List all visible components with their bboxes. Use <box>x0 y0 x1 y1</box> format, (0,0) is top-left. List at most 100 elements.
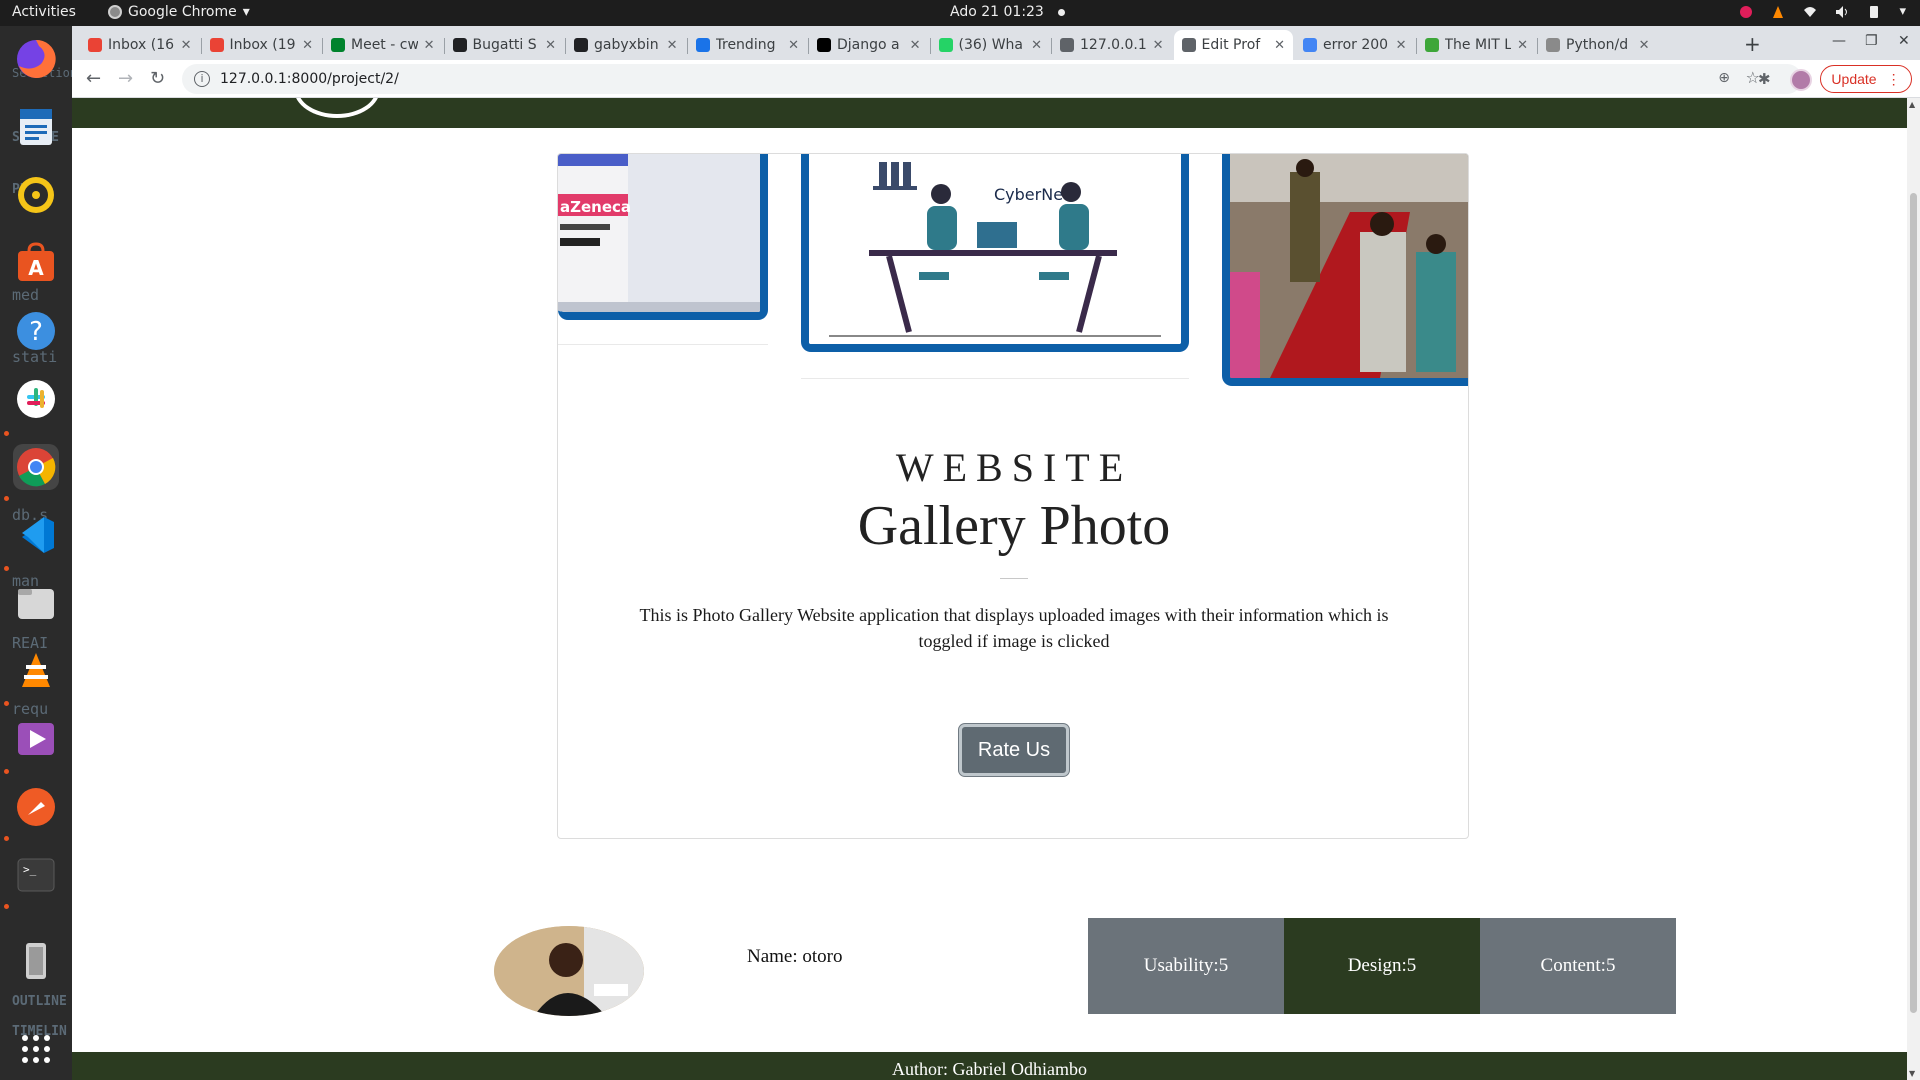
project-description: This is Photo Gallery Website applicatio… <box>639 605 1389 651</box>
globe-icon <box>1181 38 1196 52</box>
browser-tab[interactable]: Edit Prof ✕ <box>1173 30 1293 60</box>
tab-title: Meet - cw <box>351 37 418 53</box>
gallery-image-cybernet[interactable]: CyberNet <box>801 154 1189 352</box>
pin-icon <box>1546 38 1560 52</box>
address-bar[interactable]: i 127.0.0.1:8000/project/2/ ⊕ ☆ <box>182 64 1802 94</box>
chrome-icon[interactable] <box>13 444 59 490</box>
dock-ghost-text: med <box>12 286 40 304</box>
system-tray[interactable]: ▾ <box>1739 4 1906 19</box>
project-card: aZeneca CyberNet WEBSITE Gallery Photo T… <box>557 153 1469 839</box>
system-menu-caret-icon[interactable]: ▾ <box>1899 4 1906 19</box>
google-icon <box>1303 38 1317 52</box>
app-menu[interactable]: Google Chrome ▾ <box>108 4 250 20</box>
svg-text:A: A <box>28 256 44 280</box>
close-tab-icon[interactable]: ✕ <box>1031 38 1042 53</box>
vaccine-label: aZeneca <box>560 198 631 216</box>
software-center-icon[interactable]: A <box>13 240 59 286</box>
files-icon[interactable] <box>13 580 59 626</box>
close-tab-icon[interactable]: ✕ <box>1153 38 1164 53</box>
browser-tab[interactable]: The MIT L ✕ <box>1417 30 1537 60</box>
postman-icon[interactable] <box>13 784 59 830</box>
slack-tray-icon[interactable] <box>1739 5 1753 19</box>
gallery-image-vaccine[interactable]: aZeneca <box>558 154 768 320</box>
tab-title: error 200 <box>1323 37 1389 53</box>
dev-icon <box>817 38 831 52</box>
media-player-icon[interactable] <box>13 716 59 762</box>
profile-avatar[interactable] <box>1790 69 1812 91</box>
close-tab-icon[interactable]: ✕ <box>181 38 192 53</box>
close-tab-icon[interactable]: ✕ <box>424 38 435 53</box>
maximize-icon[interactable]: ❐ <box>1865 33 1878 49</box>
caret-down-icon: ▾ <box>242 4 250 20</box>
vscode-icon[interactable] <box>13 512 59 558</box>
browser-tab[interactable]: Inbox (19 ✕ <box>202 30 322 60</box>
update-button[interactable]: Update ⋮ <box>1820 65 1912 93</box>
gmail-icon <box>209 38 224 52</box>
slack-icon[interactable] <box>13 376 59 422</box>
browser-tab[interactable]: Meet - cw ✕ <box>323 30 443 60</box>
close-window-icon[interactable]: ✕ <box>1898 33 1910 49</box>
close-tab-icon[interactable]: ✕ <box>1274 38 1285 53</box>
vlc-icon[interactable] <box>13 648 59 694</box>
volume-icon[interactable] <box>1835 5 1849 19</box>
zoom-icon[interactable]: ⊕ <box>1718 70 1730 86</box>
tab-title: Edit Prof <box>1201 37 1261 53</box>
activities-button[interactable]: Activities <box>12 4 76 20</box>
kebab-menu-icon: ⋮ <box>1886 70 1901 87</box>
show-apps-icon[interactable] <box>13 1026 59 1072</box>
tab-title: Bugatti S <box>472 37 537 53</box>
scroll-down-icon[interactable]: ▼ <box>1909 1069 1915 1078</box>
close-tab-icon[interactable]: ✕ <box>1396 38 1407 53</box>
browser-tab[interactable]: Django a ✕ <box>809 30 929 60</box>
forward-icon[interactable]: → <box>118 68 133 89</box>
close-tab-icon[interactable]: ✕ <box>667 38 678 53</box>
close-tab-icon[interactable]: ✕ <box>910 38 921 53</box>
scroll-up-icon[interactable]: ▲ <box>1909 100 1915 109</box>
clock[interactable]: Ado 21 01:23 <box>950 4 1065 20</box>
browser-tab[interactable]: 127.0.0.1 ✕ <box>1052 30 1172 60</box>
battery-icon[interactable] <box>1867 5 1881 19</box>
scrollbar-thumb[interactable] <box>1910 193 1917 1013</box>
browser-toolbar: ← → ↻ i 127.0.0.1:8000/project/2/ ⊕ ☆ ✱ … <box>72 60 1920 98</box>
terminal-icon[interactable]: >_ <box>13 852 59 898</box>
close-tab-icon[interactable]: ✕ <box>1639 38 1650 53</box>
rate-us-button[interactable]: Rate Us <box>959 724 1069 776</box>
running-indicator <box>4 701 9 706</box>
tab-title: Trending <box>715 37 776 53</box>
vlc-tray-icon[interactable] <box>1771 5 1785 19</box>
browser-tab[interactable]: Python/d ✕ <box>1538 30 1658 60</box>
site-logo[interactable] <box>294 98 380 118</box>
opensource-icon <box>1424 38 1439 52</box>
usability-score: Usability:5 <box>1088 918 1284 1014</box>
usb-drive-icon[interactable] <box>13 938 59 984</box>
gallery-image-dignitaries[interactable] <box>1222 154 1468 386</box>
browser-tab[interactable]: gabyxbin ✕ <box>566 30 686 60</box>
browser-tab[interactable]: error 200 ✕ <box>1295 30 1415 60</box>
page-scrollbar[interactable]: ▲ ▼ <box>1907 98 1920 1080</box>
new-tab-button[interactable]: + <box>1744 32 1761 56</box>
close-tab-icon[interactable]: ✕ <box>1517 38 1528 53</box>
firefox-icon[interactable] <box>13 36 59 82</box>
minimize-icon[interactable]: — <box>1832 33 1846 49</box>
tab-title: The MIT L <box>1444 37 1512 53</box>
close-tab-icon[interactable]: ✕ <box>788 38 799 53</box>
reload-icon[interactable]: ↻ <box>150 68 165 89</box>
help-icon[interactable]: ? <box>13 308 59 354</box>
browser-tab[interactable]: Bugatti S ✕ <box>445 30 565 60</box>
running-indicator <box>4 769 9 774</box>
browser-tab[interactable]: Trending ✕ <box>688 30 808 60</box>
back-icon[interactable]: ← <box>86 68 101 89</box>
tab-title: gabyxbin <box>594 37 659 53</box>
running-indicator <box>4 836 9 841</box>
site-info-icon[interactable]: i <box>194 71 210 87</box>
close-tab-icon[interactable]: ✕ <box>545 38 556 53</box>
close-tab-icon[interactable]: ✕ <box>302 38 313 53</box>
extensions-icon[interactable]: ✱ <box>1758 70 1771 88</box>
github-icon <box>574 38 588 52</box>
browser-tab[interactable]: Inbox (16 ✕ <box>80 30 200 60</box>
libreoffice-writer-icon[interactable] <box>13 104 59 150</box>
url-text[interactable]: 127.0.0.1:8000/project/2/ <box>220 71 399 87</box>
rhythmbox-icon[interactable] <box>13 172 59 218</box>
browser-tab[interactable]: (36) Wha ✕ <box>931 30 1051 60</box>
wifi-icon[interactable] <box>1803 5 1817 19</box>
